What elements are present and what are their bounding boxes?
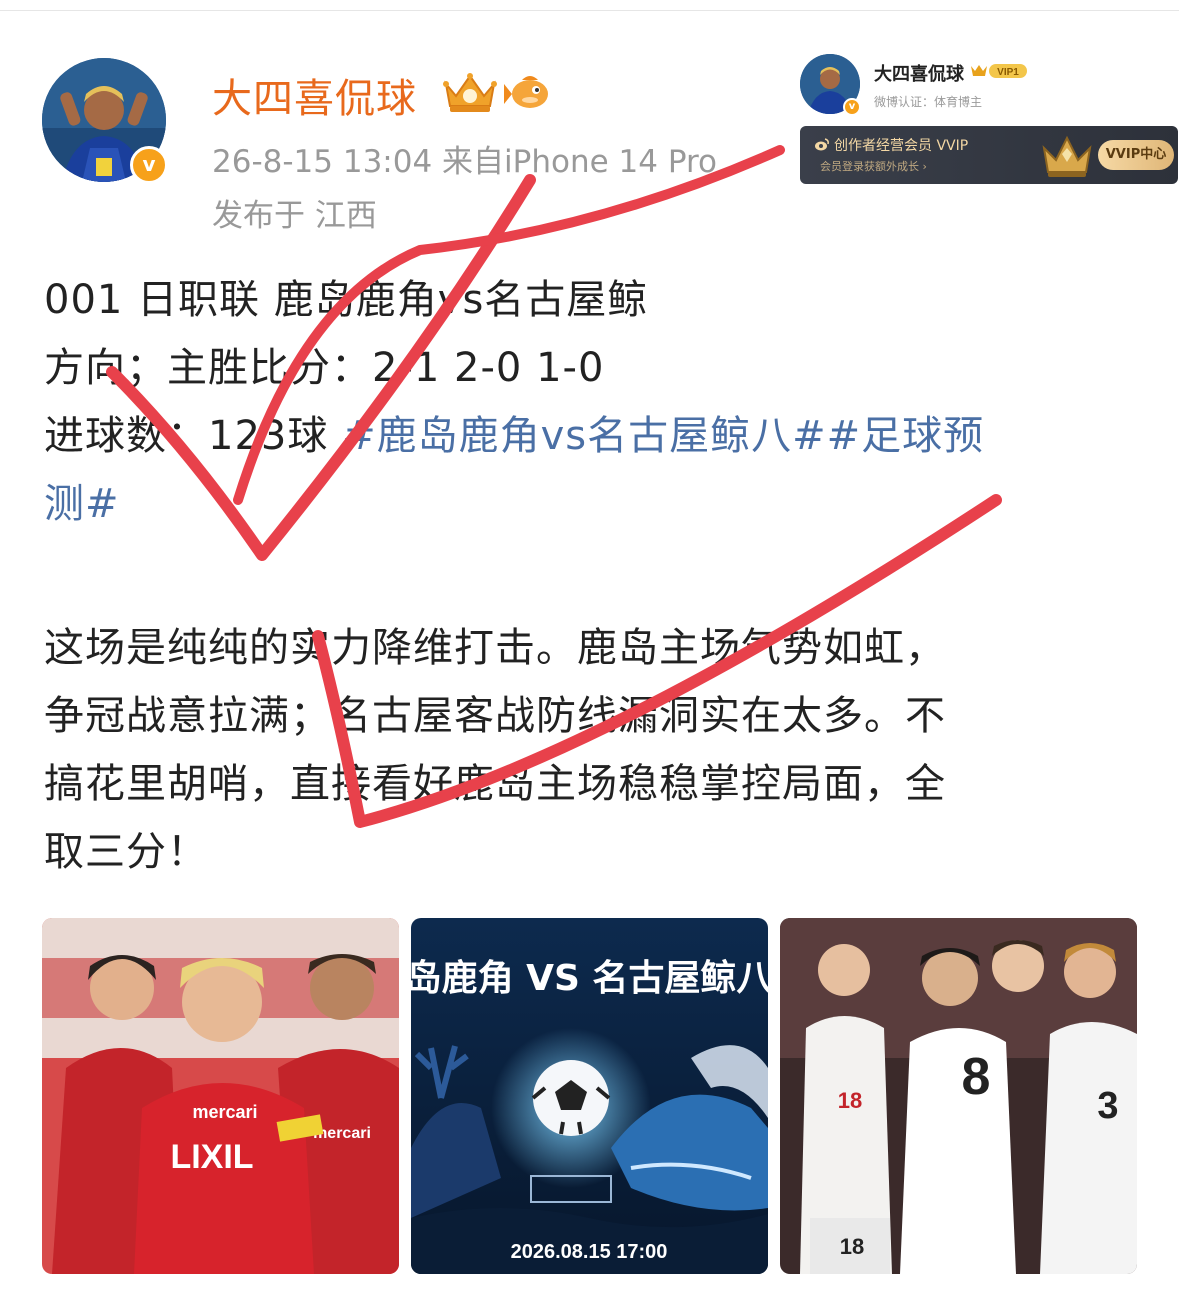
post-line: 进球数：123球 #鹿岛鹿角vs名古屋鲸八##足球预 <box>44 402 1144 470</box>
post-location: 发布于 江西 <box>212 198 377 234</box>
post-meta: 26-8-15 13:04 来自iPhone 14 Pro <box>212 144 718 180</box>
vvip-center-button[interactable]: VVIP中心 <box>1098 140 1174 170</box>
post-line: 搞花里胡哨，直接看好鹿岛主场稳稳掌控局面，全 <box>44 761 946 807</box>
post-text: 进球数：123球 <box>44 413 343 459</box>
jersey-text: mercari <box>192 1102 257 1122</box>
verified-badge-icon: v <box>130 146 168 184</box>
jersey-number: 3 <box>1097 1085 1118 1127</box>
jersey-sponsor: LIXIL <box>170 1138 253 1176</box>
topic-link[interactable]: 测# <box>44 481 120 527</box>
vvip-crown-icon <box>1042 135 1092 177</box>
vvip-banner[interactable]: 创作者经营会员 VVIP 会员登录获额外成长 › VVIP中心 <box>800 126 1178 184</box>
creator-card: v 大四喜侃球 VIP1 微博认证：体育博主 创作者经营会员 VVIP 会员登录… <box>797 48 1179 188</box>
jersey-number: 18 <box>840 1234 864 1259</box>
vip-badge-icon: VIP1 <box>971 64 1027 78</box>
post-line: 方向；主胜比分：2-1 2-0 1-0 <box>44 345 605 391</box>
post-line: 取三分！ <box>44 829 208 875</box>
top-divider <box>0 10 1179 11</box>
weibo-icon <box>815 138 829 151</box>
creator-verified-icon: v <box>843 98 861 116</box>
post-image-3[interactable]: 18 8 3 18 <box>780 918 1137 1274</box>
post-body-part1: 001 日职联 鹿岛鹿角vs名古屋鲸 方向；主胜比分：2-1 2-0 1-0 进… <box>44 266 1144 538</box>
post-line: 001 日职联 鹿岛鹿角vs名古屋鲸 <box>44 277 649 323</box>
poster-title: 岛鹿角 VS 名古屋鲸八 <box>411 958 768 999</box>
vvip-subtitle[interactable]: 会员登录获额外成长 › <box>820 158 927 174</box>
vvip-title: 创作者经营会员 VVIP <box>834 138 969 154</box>
post-body-part2: 这场是纯纯的实力降维打击。鹿岛主场气势如虹， 争冠战意拉满；名古屋客战防线漏洞实… <box>44 614 1144 886</box>
creator-name: 大四喜侃球 <box>874 64 964 85</box>
post-line: 测# <box>44 470 1144 538</box>
topic-link[interactable]: #鹿岛鹿角vs名古屋鲸八##足球预 <box>342 413 984 459</box>
vip-level-text: VIP1 <box>997 67 1019 78</box>
creator-certification: 微博认证：体育博主 <box>874 95 983 109</box>
jersey-number: 18 <box>838 1088 862 1113</box>
jersey-number: 8 <box>962 1048 991 1106</box>
poster-date: 2026.08.15 17:00 <box>511 1241 668 1263</box>
post-image-1[interactable]: mercari mercari LIXIL <box>42 918 399 1274</box>
username[interactable]: 大四喜侃球 <box>212 66 417 124</box>
post-image-2[interactable]: 岛鹿角 VS 名古屋鲸八 2026.08.15 17:00 <box>411 918 768 1274</box>
post-line: 争冠战意拉满；名古屋客战防线漏洞实在太多。不 <box>44 693 946 739</box>
fish-icon <box>504 76 548 108</box>
post-line: 这场是纯纯的实力降维打击。鹿岛主场气势如虹， <box>44 625 946 671</box>
crown-icon <box>443 73 497 112</box>
